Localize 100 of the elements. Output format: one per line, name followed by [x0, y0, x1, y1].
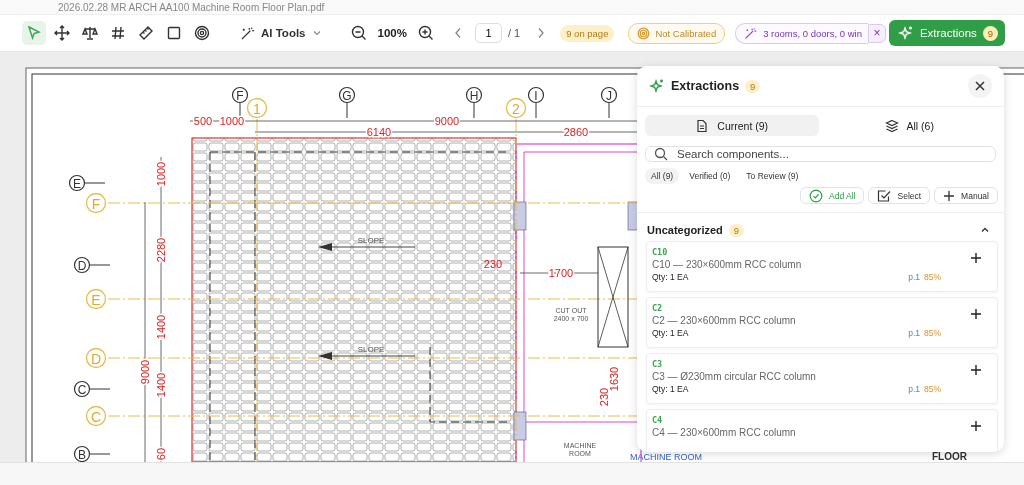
- ruler-icon: [138, 25, 154, 41]
- component-description: C2 — 230×600mm RCC column: [652, 314, 797, 327]
- panel-tab[interactable]: Current (9): [645, 115, 819, 136]
- ai-tools-dropdown[interactable]: AI Tools: [240, 25, 322, 41]
- component-code: C3: [652, 359, 664, 370]
- group-title: Uncategorized: [647, 224, 723, 236]
- chevron-icon: [980, 225, 990, 235]
- add-button[interactable]: [969, 419, 983, 433]
- confidence-score: 85%: [924, 327, 941, 340]
- component-description: C3 — Ø230mm circular RCC column: [652, 370, 817, 383]
- component-description: C4 — 230×600mm RCC column: [652, 426, 797, 439]
- search-field[interactable]: Search components...: [645, 146, 996, 162]
- component-code: C2: [652, 303, 664, 314]
- search-icon: [654, 147, 668, 161]
- dimension-label: 230: [483, 258, 503, 270]
- filter-tab[interactable]: Verified (0): [683, 168, 737, 184]
- dimension-label: 6140: [366, 126, 392, 138]
- dimension-label: 2280: [155, 237, 167, 263]
- add-button[interactable]: [969, 363, 983, 377]
- filter-tab[interactable]: To Review (9): [740, 168, 805, 184]
- document-icon: [695, 118, 710, 133]
- extraction-card[interactable]: C2 C2 — 230×600mm RCC column Qty: 1 EA p.1 85%: [646, 297, 998, 348]
- count-badge: 9: [728, 223, 745, 237]
- add-button[interactable]: [969, 251, 983, 265]
- plus-icon: [970, 308, 982, 320]
- zoom-level: 100%: [377, 27, 407, 39]
- balance-scale-icon: [82, 25, 98, 41]
- magic-wand-icon: [240, 25, 255, 41]
- pointer-icon: [26, 25, 42, 41]
- layers-icon: [884, 118, 899, 133]
- grid-bubble: E: [68, 174, 106, 192]
- target-icon: [637, 26, 651, 40]
- extraction-card[interactable]: C3 C3 — Ø230mm circular RCC column Qty: 1 EA p.1 85%: [646, 353, 998, 404]
- move-icon: [54, 25, 70, 41]
- dimension-label: 60: [155, 447, 167, 461]
- dimension-label: 9000: [434, 115, 460, 127]
- confidence-score: 85%: [924, 383, 941, 396]
- grid-bubble: D: [73, 256, 111, 274]
- chevron-down-icon: [311, 28, 322, 38]
- dimension-label: 1400: [155, 314, 167, 340]
- detection-summary: 3 rooms, 0 doors, 0 win: [763, 27, 862, 39]
- grid-bubble: E: [85, 288, 107, 310]
- grid-bubble: D: [85, 347, 107, 369]
- dimension-label: 500: [193, 115, 213, 127]
- target-icon: [194, 25, 210, 41]
- magic-wand-icon: [744, 26, 758, 40]
- room-label: FLOOR: [932, 451, 967, 462]
- panel-title: Extractions: [671, 79, 740, 93]
- page-number-field[interactable]: 1: [474, 23, 502, 43]
- confidence-score: 85%: [924, 271, 941, 284]
- check-circle-icon: [809, 188, 823, 203]
- file-name: 2026.02.28 MR ARCH AA100 Machine Room Floor Plan.pdf: [58, 2, 325, 14]
- grid-bubble: 2: [505, 97, 527, 119]
- panel-tab[interactable]: All (6): [822, 115, 996, 136]
- quantity: Qty: 1 EA: [652, 383, 689, 396]
- page-reference: p.1: [908, 271, 920, 284]
- extraction-card[interactable]: C4 C4 — 230×600mm RCC column: [646, 409, 998, 452]
- checkbox-icon: [877, 188, 892, 203]
- quantity: Qty: 1 EA: [652, 327, 689, 340]
- grid-bubble: 1: [246, 97, 268, 119]
- component-code: C4: [652, 415, 664, 426]
- select-button[interactable]: Select: [868, 187, 931, 204]
- dimension-label: 2860: [563, 126, 589, 138]
- page-total: / 1: [507, 27, 521, 39]
- close-icon: [974, 80, 986, 92]
- filter-tab[interactable]: All (9): [645, 168, 680, 184]
- grid-bubble: B: [73, 445, 111, 462]
- dimension-label: 1000: [155, 161, 167, 187]
- plus-icon: [970, 252, 982, 264]
- search-input[interactable]: Search components...: [675, 147, 987, 161]
- quantity: Qty: 1 EA: [652, 271, 689, 284]
- page-reference: p.1: [908, 327, 920, 340]
- zoom-out-icon: [350, 25, 367, 41]
- room-tag: MACHINE ROOM: [630, 452, 702, 462]
- extractions-button[interactable]: Extractions 9: [888, 20, 1005, 46]
- dimension-label: 1630: [608, 366, 620, 392]
- zoom-in-icon: [417, 25, 434, 41]
- add-all-button[interactable]: Add All: [800, 187, 865, 204]
- manual-button[interactable]: Manual: [934, 187, 998, 204]
- plus-icon: [970, 420, 982, 432]
- add-button[interactable]: [969, 307, 983, 321]
- hash-icon: [110, 25, 126, 41]
- grid-bubble: F: [85, 192, 107, 214]
- plus-icon: [943, 189, 956, 202]
- on-page-badge: 9 on page: [560, 24, 615, 42]
- plus-icon: [970, 364, 982, 376]
- extraction-card[interactable]: C10 C10 — 230×600mm RCC column Qty: 1 EA p.1 85%: [646, 241, 998, 292]
- sparkle-icon: [897, 25, 914, 41]
- dimension-label: 1400: [155, 372, 167, 398]
- dimension-label: 9000: [139, 359, 151, 385]
- close-button[interactable]: [968, 74, 992, 98]
- count-badge: 9: [745, 79, 761, 93]
- component-code: C10: [652, 247, 669, 258]
- dimension-label: 1700: [548, 267, 574, 279]
- grid-bubble: C: [85, 405, 107, 427]
- square-icon: [166, 25, 182, 41]
- dimension-label: 230: [598, 387, 610, 407]
- sparkle-icon: [649, 78, 665, 94]
- grid-bubble: C: [73, 380, 111, 398]
- component-description: C10 — 230×600mm RCC column: [652, 258, 803, 271]
